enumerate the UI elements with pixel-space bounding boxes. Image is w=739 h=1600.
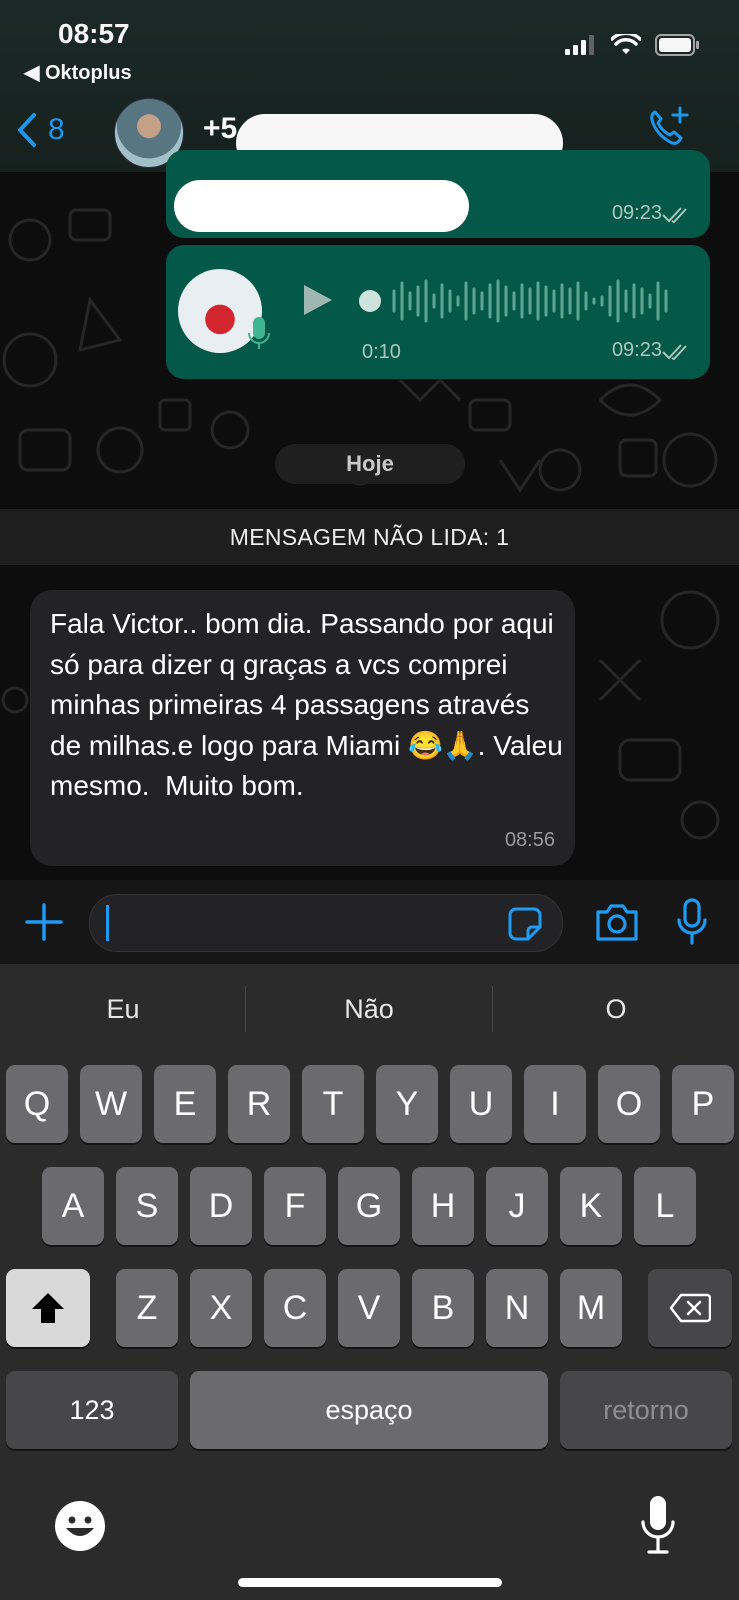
key-a[interactable]: A: [42, 1167, 104, 1245]
message-input[interactable]: [89, 894, 563, 952]
camera-icon[interactable]: [594, 902, 640, 942]
redaction-mark: [174, 180, 469, 232]
signal-icon: [565, 35, 594, 55]
key-h[interactable]: H: [412, 1167, 474, 1245]
double-check-icon: [662, 344, 687, 361]
key-l[interactable]: L: [634, 1167, 696, 1245]
back-button[interactable]: 8: [16, 112, 65, 148]
outgoing-voice-message[interactable]: 0:10 09:23: [166, 245, 710, 379]
composer-bar: [0, 880, 739, 964]
chevron-left-icon: [18, 113, 36, 147]
shift-arrow-icon: [32, 1293, 64, 1323]
unread-chats-count: 8: [48, 113, 65, 146]
key-k[interactable]: K: [560, 1167, 622, 1245]
key-p[interactable]: P: [672, 1065, 734, 1143]
key-s[interactable]: S: [116, 1167, 178, 1245]
key-v[interactable]: V: [338, 1269, 400, 1347]
key-z[interactable]: Z: [116, 1269, 178, 1347]
status-time: 08:57: [58, 18, 130, 49]
message-time: 09:23: [611, 339, 662, 361]
key-m[interactable]: M: [560, 1269, 622, 1347]
key-c[interactable]: C: [264, 1269, 326, 1347]
key-b[interactable]: B: [412, 1269, 474, 1347]
space-key[interactable]: espaço: [190, 1371, 548, 1449]
audio-waveform[interactable]: [358, 275, 688, 327]
outgoing-message[interactable]: 09:23: [166, 150, 710, 238]
wifi-icon: [611, 34, 641, 54]
status-icons: [565, 34, 701, 56]
keyboard: Eu Não O Q W E R T Y U I O P A S D F G H…: [0, 964, 739, 1600]
key-n[interactable]: N: [486, 1269, 548, 1347]
shift-key[interactable]: [6, 1269, 90, 1347]
plus-icon[interactable]: [24, 902, 64, 942]
suggestion-2[interactable]: Não: [246, 994, 492, 1025]
date-separator: Hoje: [275, 444, 465, 484]
home-indicator[interactable]: [238, 1578, 502, 1587]
numbers-key[interactable]: 123: [6, 1371, 178, 1449]
suggestion-3[interactable]: O: [493, 994, 739, 1025]
return-key[interactable]: retorno: [560, 1371, 732, 1449]
key-i[interactable]: I: [524, 1065, 586, 1143]
contact-name[interactable]: +5: [203, 112, 237, 146]
microphone-icon[interactable]: [676, 898, 708, 946]
key-f[interactable]: F: [264, 1167, 326, 1245]
mic-icon: [248, 317, 270, 349]
message-time: 09:23: [611, 202, 662, 224]
backspace-key[interactable]: [648, 1269, 732, 1347]
key-j[interactable]: J: [486, 1167, 548, 1245]
emoji-keyboard-icon[interactable]: [54, 1500, 106, 1552]
back-to-app-carrier[interactable]: ◀ Oktoplus: [24, 60, 132, 85]
key-q[interactable]: Q: [6, 1065, 68, 1143]
suggestion-1[interactable]: Eu: [0, 994, 246, 1025]
voice-duration: 0:10: [362, 341, 401, 363]
key-e[interactable]: E: [154, 1065, 216, 1143]
key-g[interactable]: G: [338, 1167, 400, 1245]
backspace-icon: [669, 1293, 712, 1323]
dictation-mic-icon[interactable]: [640, 1494, 676, 1556]
key-u[interactable]: U: [450, 1065, 512, 1143]
sticker-icon[interactable]: [508, 907, 542, 941]
key-x[interactable]: X: [190, 1269, 252, 1347]
chat-header: 08:57 ◀ Oktoplus 8 +5: [0, 0, 739, 172]
key-t[interactable]: T: [302, 1065, 364, 1143]
text-cursor: [106, 905, 109, 941]
key-d[interactable]: D: [190, 1167, 252, 1245]
incoming-message[interactable]: Fala Victor.. bom dia. Passando por aqui…: [30, 590, 575, 866]
key-w[interactable]: W: [80, 1065, 142, 1143]
phone-plus-icon: [650, 106, 689, 145]
double-check-icon: [662, 207, 687, 224]
play-icon[interactable]: [300, 283, 334, 317]
key-r[interactable]: R: [228, 1065, 290, 1143]
message-time: 08:56: [504, 829, 555, 851]
battery-icon: [655, 34, 699, 56]
add-call-button[interactable]: [647, 106, 691, 155]
key-y[interactable]: Y: [376, 1065, 438, 1143]
message-text: Fala Victor.. bom dia. Passando por aqui…: [50, 608, 571, 801]
unread-banner: MENSAGEM NÃO LIDA: 1: [0, 509, 739, 565]
key-o[interactable]: O: [598, 1065, 660, 1143]
